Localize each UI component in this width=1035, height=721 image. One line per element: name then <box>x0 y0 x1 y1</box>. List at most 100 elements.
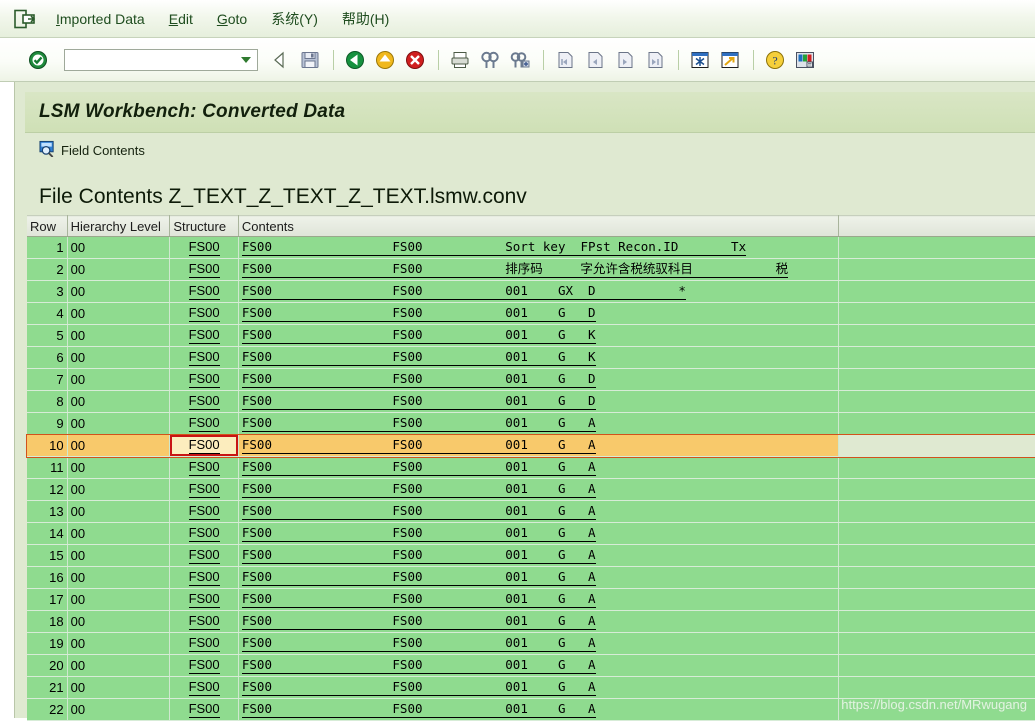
help-icon[interactable]: ? <box>761 46 789 74</box>
cell-row-number[interactable]: 22 <box>27 698 68 721</box>
cell-contents[interactable]: FS00 FS00 001 G A <box>238 500 840 523</box>
table-row[interactable]: 9 00 FS00 FS00 FS00 001 G A <box>27 412 1035 435</box>
cell-hierarchy-level[interactable]: 00 <box>67 566 171 589</box>
cell-contents[interactable]: FS00 FS00 001 G A <box>238 566 840 589</box>
cell-row-number[interactable]: 3 <box>27 280 68 303</box>
table-row[interactable]: 6 00 FS00 FS00 FS00 001 G K <box>27 346 1035 369</box>
table-row[interactable]: 12 00 FS00 FS00 FS00 001 G A <box>27 478 1035 501</box>
cell-structure[interactable]: FS00 <box>169 698 239 721</box>
cell-structure[interactable]: FS00 <box>169 522 239 545</box>
cell-row-number[interactable]: 14 <box>27 522 68 545</box>
cell-hierarchy-level[interactable]: 00 <box>67 654 171 677</box>
table-row[interactable]: 4 00 FS00 FS00 FS00 001 G D <box>27 302 1035 325</box>
table-row[interactable]: 18 00 FS00 FS00 FS00 001 G A <box>27 610 1035 633</box>
table-row[interactable]: 14 00 FS00 FS00 FS00 001 G A <box>27 522 1035 545</box>
cell-hierarchy-level[interactable]: 00 <box>67 368 171 391</box>
cell-row-number[interactable]: 6 <box>27 346 68 369</box>
cell-contents[interactable]: FS00 FS00 001 G A <box>238 412 840 435</box>
column-header-row[interactable]: Row <box>27 215 68 237</box>
cell-hierarchy-level[interactable]: 00 <box>67 302 171 325</box>
cell-contents[interactable]: FS00 FS00 001 G A <box>238 588 840 611</box>
cell-row-number[interactable]: 17 <box>27 588 68 611</box>
cell-row-number[interactable]: 10 <box>27 434 68 457</box>
table-row[interactable]: 22 00 FS00 FS00 FS00 001 G A <box>27 698 1035 721</box>
cell-contents[interactable]: FS00 FS00 001 G A <box>238 544 840 567</box>
table-row[interactable]: 5 00 FS00 FS00 FS00 001 G K <box>27 324 1035 347</box>
cell-row-number[interactable]: 12 <box>27 478 68 501</box>
cell-contents[interactable]: FS00 FS00 001 G A <box>238 478 840 501</box>
column-header-contents[interactable]: Contents <box>238 215 840 237</box>
cell-hierarchy-level[interactable]: 00 <box>67 698 171 721</box>
cell-structure[interactable]: FS00 <box>169 544 239 567</box>
save-icon[interactable] <box>296 46 324 74</box>
cell-row-number[interactable]: 15 <box>27 544 68 567</box>
cell-row-number[interactable]: 11 <box>27 456 68 479</box>
chevron-down-icon[interactable] <box>235 56 257 64</box>
cell-contents[interactable]: FS00 FS00 001 G K <box>238 324 840 347</box>
table-row[interactable]: 19 00 FS00 FS00 FS00 001 G A <box>27 632 1035 655</box>
cell-hierarchy-level[interactable]: 00 <box>67 456 171 479</box>
cell-hierarchy-level[interactable]: 00 <box>67 236 171 259</box>
table-row[interactable]: 13 00 FS00 FS00 FS00 001 G A <box>27 500 1035 523</box>
cell-row-number[interactable]: 18 <box>27 610 68 633</box>
cell-structure[interactable]: FS00 <box>169 654 239 677</box>
find-next-icon[interactable] <box>506 46 534 74</box>
cell-structure[interactable]: FS00 <box>169 610 239 633</box>
cell-structure[interactable]: FS00 <box>169 566 239 589</box>
exit-icon[interactable] <box>371 46 399 74</box>
table-row[interactable]: 7 00 FS00 FS00 FS00 001 G D <box>27 368 1035 391</box>
cell-row-number[interactable]: 20 <box>27 654 68 677</box>
cell-structure[interactable]: FS00 <box>169 500 239 523</box>
column-header-structure[interactable]: Structure <box>169 215 239 237</box>
menu-item-edit[interactable]: Edit <box>157 9 205 29</box>
table-row[interactable]: 8 00 FS00 FS00 FS00 001 G D <box>27 390 1035 413</box>
table-row[interactable]: 2 00 FS00 FS00 FS00 排序码 字允许含税统驭科目 税 <box>27 258 1035 281</box>
print-icon[interactable] <box>446 46 474 74</box>
cell-structure[interactable]: FS00 <box>169 346 239 369</box>
cell-contents[interactable]: FS00 FS00 001 G A <box>238 676 840 699</box>
cell-contents[interactable]: FS00 FS00 001 G A <box>238 522 840 545</box>
cell-contents[interactable]: FS00 FS00 001 G K <box>238 346 840 369</box>
enter-check-icon[interactable] <box>24 46 52 74</box>
cell-row-number[interactable]: 9 <box>27 412 68 435</box>
select-layout-icon[interactable] <box>686 46 714 74</box>
cell-hierarchy-level[interactable]: 00 <box>67 434 171 457</box>
cell-row-number[interactable]: 4 <box>27 302 68 325</box>
cell-structure[interactable]: FS00 <box>169 456 239 479</box>
cell-structure[interactable]: FS00 <box>169 236 239 259</box>
cell-row-number[interactable]: 1 <box>27 236 68 259</box>
cell-row-number[interactable]: 21 <box>27 676 68 699</box>
table-row[interactable]: 3 00 FS00 FS00 FS00 001 GX D * <box>27 280 1035 303</box>
cell-contents[interactable]: FS00 FS00 001 G A <box>238 698 840 721</box>
table-row[interactable]: 11 00 FS00 FS00 FS00 001 G A <box>27 456 1035 479</box>
cell-structure[interactable]: FS00 <box>169 302 239 325</box>
cell-contents[interactable]: FS00 FS00 001 G A <box>238 434 840 457</box>
cell-structure[interactable]: FS00 <box>169 368 239 391</box>
menu-item-help[interactable]: 帮助(H) <box>330 7 401 31</box>
cell-structure[interactable]: FS00 <box>169 324 239 347</box>
table-row[interactable]: 20 00 FS00 FS00 FS00 001 G A <box>27 654 1035 677</box>
export-window-icon[interactable] <box>716 46 744 74</box>
cell-contents[interactable]: FS00 FS00 001 GX D * <box>238 280 840 303</box>
find-icon[interactable] <box>476 46 504 74</box>
cell-row-number[interactable]: 8 <box>27 390 68 413</box>
field-contents-button[interactable]: Field Contents <box>25 133 1035 167</box>
table-row[interactable]: 21 00 FS00 FS00 FS00 001 G A <box>27 676 1035 699</box>
cell-hierarchy-level[interactable]: 00 <box>67 258 171 281</box>
cell-contents[interactable]: FS00 FS00 排序码 字允许含税统驭科目 税 <box>238 258 840 281</box>
table-row[interactable]: 15 00 FS00 FS00 FS00 001 G A <box>27 544 1035 567</box>
cell-hierarchy-level[interactable]: 00 <box>67 522 171 545</box>
cell-hierarchy-level[interactable]: 00 <box>67 478 171 501</box>
command-field[interactable] <box>64 48 258 71</box>
back-arrow-icon[interactable] <box>266 46 294 74</box>
previous-page-icon[interactable] <box>581 46 609 74</box>
cell-row-number[interactable]: 13 <box>27 500 68 523</box>
cell-hierarchy-level[interactable]: 00 <box>67 676 171 699</box>
cell-hierarchy-level[interactable]: 00 <box>67 346 171 369</box>
cell-hierarchy-level[interactable]: 00 <box>67 544 171 567</box>
customize-layout-icon[interactable] <box>791 46 819 74</box>
cell-contents[interactable]: FS00 FS00 001 G A <box>238 632 840 655</box>
cell-row-number[interactable]: 7 <box>27 368 68 391</box>
exit-door-icon[interactable] <box>6 9 44 29</box>
cell-structure[interactable]: FS00 <box>169 434 239 457</box>
